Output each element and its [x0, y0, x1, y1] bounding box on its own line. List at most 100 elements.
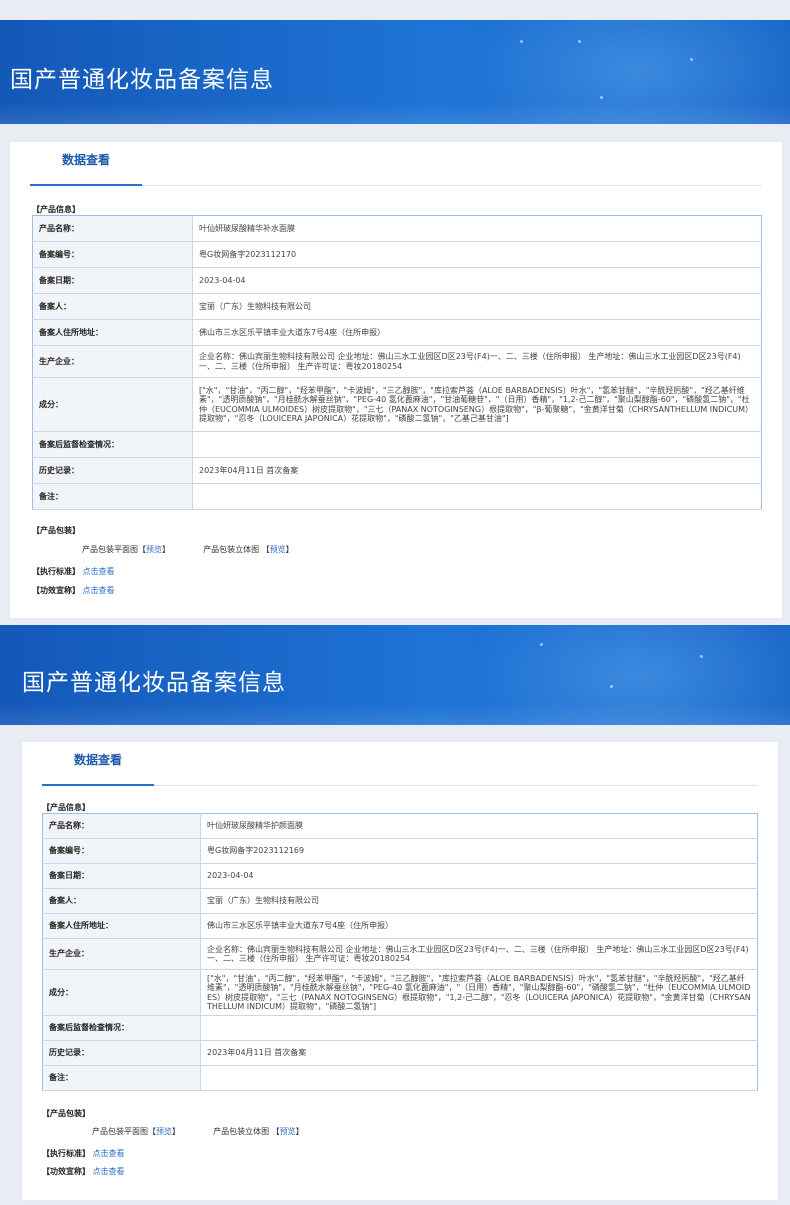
row-value: [192, 431, 762, 458]
table-row: 备案编号： 粤G妆网备字2023112169: [42, 838, 758, 864]
row-value: 叶仙妍玻尿酸精华护颜面膜: [200, 813, 758, 839]
efficacy-line: 【功效宣称】 点击查看: [42, 1166, 125, 1177]
row-label: 备案人住所地址：: [32, 319, 193, 346]
table-row: 历史记录： 2023年04月11日 首次备案: [42, 1040, 758, 1066]
decor-dot: [520, 40, 523, 43]
row-label: 产品名称：: [42, 813, 201, 839]
tab-bar: 数据查看: [30, 142, 762, 186]
product-info-table: 产品名称： 叶仙妍玻尿酸精华护颜面膜 备案编号： 粤G妆网备字202311216…: [42, 813, 758, 1091]
row-value: 宝丽（广东）生物科技有限公司: [192, 293, 762, 320]
row-label: 备案编号：: [32, 241, 193, 268]
tab-bar: 数据查看: [42, 742, 758, 786]
row-value: 2023年04月11日 首次备案: [200, 1040, 758, 1066]
standard-view-link[interactable]: 点击查看: [93, 1149, 125, 1158]
table-row: 备案人住所地址： 佛山市三水区乐平镇丰业大道东7号4座（住所申报）: [32, 319, 762, 346]
table-row: 备案人住所地址： 佛山市三水区乐平镇丰业大道东7号4座（住所申报）: [42, 913, 758, 939]
row-label: 备案日期：: [32, 267, 193, 294]
row-value: [200, 1065, 758, 1091]
standard-line: 【执行标准】 点击查看: [42, 1148, 125, 1159]
row-label: 备案编号：: [42, 838, 201, 864]
table-row: 生产企业： 企业名称：佛山宾丽生物科技有限公司 企业地址：佛山三水工业园区D区2…: [32, 345, 762, 378]
section-packaging: 【产品包装】: [42, 1109, 90, 1118]
efficacy-line: 【功效宣称】 点击查看: [32, 585, 115, 596]
row-value: ["水"，"甘油"，"丙二醇"，"羟苯甲酯"，"卡波姆"，"三乙醇胺"，"库拉索…: [192, 377, 762, 432]
page-banner: 国产普通化妆品备案信息: [0, 625, 790, 725]
pack-flat-label: 产品包装平面图: [82, 545, 138, 554]
row-label: 历史记录：: [32, 457, 193, 484]
preview-flat-link[interactable]: 预览: [156, 1127, 172, 1136]
pack-3d-label: 产品包装立体图: [213, 1127, 270, 1136]
data-card: 数据查看 【产品信息】 产品名称： 叶仙妍玻尿酸精华补水面膜 备案编号： 粤G妆…: [10, 142, 782, 618]
row-value: [192, 483, 762, 510]
table-row: 备案编号： 粤G妆网备字2023112170: [32, 241, 762, 268]
table-row: 产品名称： 叶仙妍玻尿酸精华护颜面膜: [42, 813, 758, 839]
row-label: 生产企业：: [32, 345, 193, 378]
preview-3d-link[interactable]: 预览: [270, 545, 286, 554]
product-info-table: 产品名称： 叶仙妍玻尿酸精华补水面膜 备案编号： 粤G妆网备字202311217…: [32, 215, 762, 510]
row-label: 备案日期：: [42, 863, 201, 889]
standard-label: 【执行标准】: [42, 1149, 90, 1158]
row-value: 2023-04-04: [192, 267, 762, 294]
table-row: 历史记录： 2023年04月11日 首次备案: [32, 457, 762, 484]
row-label: 成分：: [32, 377, 193, 432]
page-banner: 国产普通化妆品备案信息: [0, 20, 790, 124]
pack-flat-label: 产品包装平面图: [92, 1127, 148, 1136]
record-panel-2: 国产普通化妆品备案信息 数据查看 【产品信息】 产品名称： 叶仙妍玻尿酸精华护颜…: [0, 625, 790, 1205]
section-packaging: 【产品包装】: [32, 526, 80, 535]
table-row: 备注：: [42, 1065, 758, 1091]
decor-dot: [540, 643, 543, 646]
preview-3d-link[interactable]: 预览: [280, 1127, 296, 1136]
row-value: 粤G妆网备字2023112170: [192, 241, 762, 268]
table-row: 备案后监督检查情况：: [42, 1015, 758, 1041]
row-label: 备案人：: [42, 888, 201, 914]
row-label: 成分：: [42, 969, 201, 1016]
packaging-line: 产品包装平面图【预览】 产品包装立体图 【预览】: [82, 545, 294, 554]
efficacy-view-link[interactable]: 点击查看: [93, 1167, 125, 1176]
efficacy-label: 【功效宣称】: [32, 586, 80, 595]
efficacy-label: 【功效宣称】: [42, 1167, 90, 1176]
decor-dot: [610, 685, 613, 688]
row-value: 企业名称：佛山宾丽生物科技有限公司 企业地址：佛山三水工业园区D区23号(F4)…: [200, 938, 758, 970]
section-product-info: 【产品信息】: [42, 803, 90, 812]
table-row: 备案人： 宝丽（广东）生物科技有限公司: [42, 888, 758, 914]
table-row: 备案后监督检查情况：: [32, 431, 762, 458]
row-value: 佛山市三水区乐平镇丰业大道东7号4座（住所申报）: [200, 913, 758, 939]
table-row: 备注：: [32, 483, 762, 510]
row-label: 备案人：: [32, 293, 193, 320]
table-row: 备案日期： 2023-04-04: [32, 267, 762, 294]
standard-label: 【执行标准】: [32, 567, 80, 576]
standard-line: 【执行标准】 点击查看: [32, 566, 115, 577]
table-row: 备案人： 宝丽（广东）生物科技有限公司: [32, 293, 762, 320]
section-product-info: 【产品信息】: [32, 205, 80, 214]
row-value: ["水"，"甘油"，"丙二醇"，"羟苯甲酯"，"卡波姆"，"三乙醇胺"，"库拉索…: [200, 969, 758, 1016]
row-label: 生产企业：: [42, 938, 201, 970]
preview-flat-link[interactable]: 预览: [146, 545, 162, 554]
tab-data-view[interactable]: 数据查看: [42, 742, 154, 786]
banner-title: 国产普通化妆品备案信息: [10, 67, 274, 93]
decor-dot: [600, 96, 603, 99]
decor-dot: [578, 40, 581, 43]
row-label: 备案人住所地址：: [42, 913, 201, 939]
standard-view-link[interactable]: 点击查看: [83, 567, 115, 576]
row-value: 佛山市三水区乐平镇丰业大道东7号4座（住所申报）: [192, 319, 762, 346]
row-value: 宝丽（广东）生物科技有限公司: [200, 888, 758, 914]
row-label: 产品名称：: [32, 215, 193, 242]
row-value: 叶仙妍玻尿酸精华补水面膜: [192, 215, 762, 242]
row-label: 备案后监督检查情况：: [42, 1015, 201, 1041]
table-row: 成分： ["水"，"甘油"，"丙二醇"，"羟苯甲酯"，"卡波姆"，"三乙醇胺"，…: [42, 969, 758, 1016]
record-panel-1: 国产普通化妆品备案信息 数据查看 【产品信息】 产品名称： 叶仙妍玻尿酸精华补水…: [0, 0, 790, 625]
table-row: 生产企业： 企业名称：佛山宾丽生物科技有限公司 企业地址：佛山三水工业园区D区2…: [42, 938, 758, 970]
row-value: 2023-04-04: [200, 863, 758, 889]
row-label: 备注：: [42, 1065, 201, 1091]
row-value: 企业名称：佛山宾丽生物科技有限公司 企业地址：佛山三水工业园区D区23号(F4)…: [192, 345, 762, 378]
row-label: 历史记录：: [42, 1040, 201, 1066]
row-label: 备注：: [32, 483, 193, 510]
row-value: 2023年04月11日 首次备案: [192, 457, 762, 484]
tab-data-view[interactable]: 数据查看: [30, 142, 142, 186]
table-row: 成分： ["水"，"甘油"，"丙二醇"，"羟苯甲酯"，"卡波姆"，"三乙醇胺"，…: [32, 377, 762, 432]
efficacy-view-link[interactable]: 点击查看: [83, 586, 115, 595]
table-row: 产品名称： 叶仙妍玻尿酸精华补水面膜: [32, 215, 762, 242]
row-value: [200, 1015, 758, 1041]
packaging-line: 产品包装平面图【预览】 产品包装立体图 【预览】: [92, 1127, 304, 1136]
table-row: 备案日期： 2023-04-04: [42, 863, 758, 889]
